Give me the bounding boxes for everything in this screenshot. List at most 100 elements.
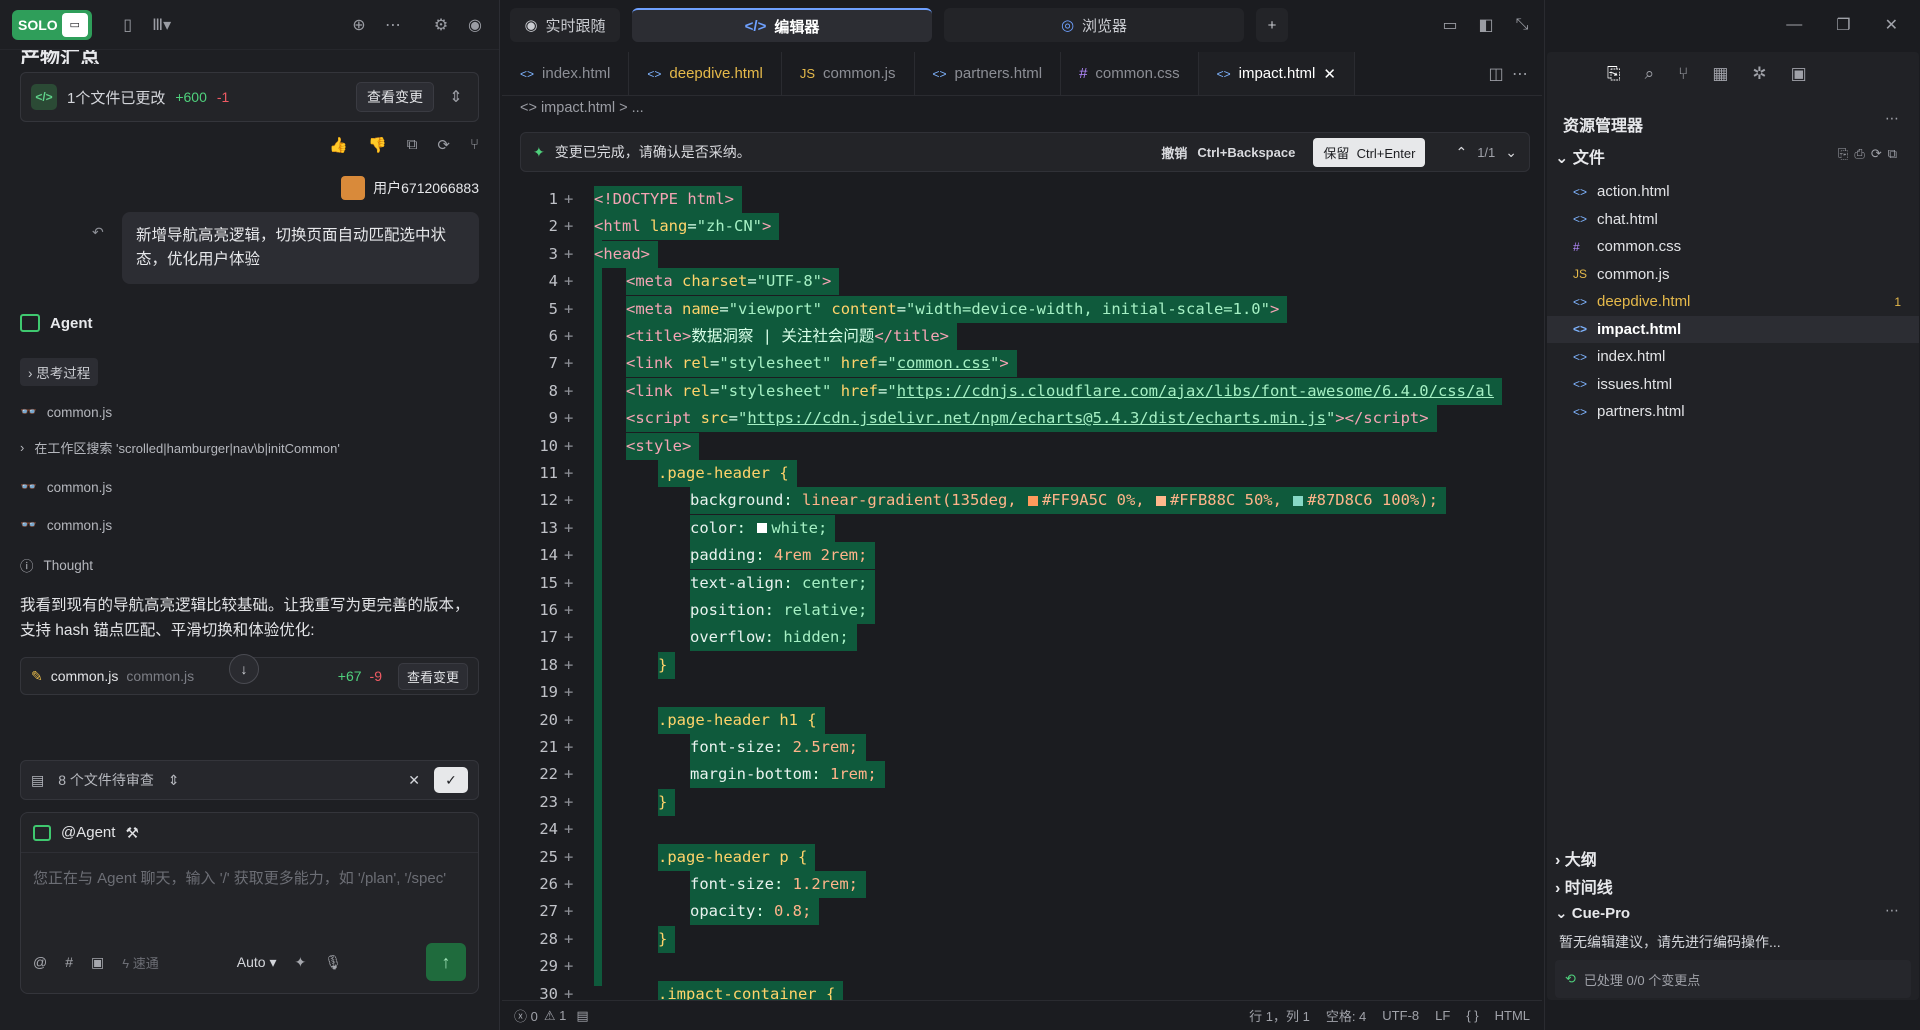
code-line[interactable]: overflow: hidden;: [690, 624, 857, 652]
source-control-icon[interactable]: ⑂: [1678, 64, 1688, 84]
add-tab-button[interactable]: +: [1256, 8, 1288, 42]
code-line[interactable]: .page-header p {: [658, 843, 816, 871]
code-line[interactable]: [594, 816, 602, 844]
code-line[interactable]: <style>: [626, 432, 700, 460]
prev-change-icon[interactable]: ⌃: [1455, 144, 1467, 161]
file-tree-item[interactable]: JS common.js: [1547, 261, 1919, 289]
code-line[interactable]: .page-header {: [658, 460, 797, 487]
view-change-button[interactable]: 查看变更: [397, 662, 468, 690]
split-editor-icon[interactable]: ◫: [1484, 62, 1508, 86]
tools-icon[interactable]: ⚒: [125, 824, 138, 842]
editor-tab[interactable]: <> partners.html: [915, 52, 1062, 95]
hash-icon[interactable]: #: [65, 954, 73, 970]
undo-button[interactable]: 撤销: [1161, 143, 1187, 162]
collapse-icon[interactable]: ⤡: [1510, 13, 1534, 37]
expand-chevron-icon[interactable]: ⇕: [444, 85, 468, 109]
accept-check-button[interactable]: ✓: [434, 767, 468, 793]
file-tree-item[interactable]: <> impact.html: [1547, 315, 1919, 343]
settings-gear-icon[interactable]: ⚙: [429, 13, 453, 37]
editor-tab[interactable]: <> index.html: [502, 52, 630, 95]
editor-tab[interactable]: JS common.js: [782, 52, 915, 95]
more-icon[interactable]: ⋯: [1885, 110, 1899, 127]
code-line[interactable]: <link rel="stylesheet" href="common.css"…: [626, 350, 1017, 378]
file-change-card[interactable]: ✎ common.js common.js ↓ +67 -9 查看变更: [20, 654, 479, 695]
timeline-section[interactable]: › 时间线: [1555, 874, 1613, 898]
close-tab-icon[interactable]: ✕: [1323, 65, 1336, 83]
code-line[interactable]: .impact-container {: [658, 980, 844, 1000]
encoding[interactable]: UTF-8: [1382, 1008, 1419, 1023]
cue-section[interactable]: ⌄ Cue-Pro: [1555, 904, 1630, 922]
model-select[interactable]: Auto ▾: [237, 954, 277, 971]
copy-icon[interactable]: ⧉: [407, 136, 418, 154]
file-actions-icon[interactable]: ⎘⎙⟳⧉: [1838, 146, 1903, 162]
branch-icon[interactable]: ⑂: [470, 136, 479, 154]
code-line[interactable]: <script src="https://cdn.jsdelivr.net/np…: [626, 405, 1437, 433]
language-mode[interactable]: HTML: [1495, 1008, 1530, 1023]
code-line[interactable]: [594, 679, 602, 707]
undo-icon[interactable]: ↶: [92, 224, 104, 241]
code-line[interactable]: padding: 4rem 2rem;: [690, 542, 876, 570]
code-line[interactable]: <meta charset="UTF-8">: [626, 268, 840, 296]
tab-live-follow[interactable]: ◉ 实时跟随: [510, 8, 620, 42]
thumbs-down-icon[interactable]: 👎: [368, 136, 387, 154]
tab-editor[interactable]: </> 编辑器: [632, 8, 932, 42]
chat-scroll[interactable]: 产物汇总 </> 1个文件已更改 +600 -1 查看变更 ⇕ 👍 👎 ⧉ ⟳ …: [0, 50, 499, 750]
code-line[interactable]: margin-bottom: 1rem;: [690, 761, 885, 789]
step-item[interactable]: 👓 common.js: [20, 479, 479, 495]
step-item[interactable]: ⓘ Thought: [20, 555, 479, 575]
file-tree-item[interactable]: <> issues.html: [1547, 371, 1919, 399]
code-line[interactable]: opacity: 0.8;: [690, 898, 820, 926]
file-tree-item[interactable]: <> partners.html: [1547, 398, 1919, 426]
mic-icon[interactable]: 🎙: [324, 954, 342, 971]
solo-toggle[interactable]: SOLO ▭: [12, 9, 92, 40]
restore-icon[interactable]: ❐: [1836, 15, 1850, 35]
step-item[interactable]: 👓 common.js: [20, 517, 479, 533]
files-icon[interactable]: ⎘: [1607, 64, 1621, 84]
code-line[interactable]: text-align: center;: [690, 569, 876, 597]
code-line[interactable]: color: white;: [690, 514, 836, 542]
search-icon[interactable]: ⌕: [1645, 64, 1655, 84]
code-line[interactable]: <head>: [594, 240, 658, 268]
more-icon[interactable]: ⋯: [1508, 62, 1532, 86]
terminal-icon[interactable]: ▤: [576, 1008, 588, 1024]
view-changes-button[interactable]: 查看变更: [356, 82, 434, 112]
step-item[interactable]: › 在工作区搜索 'scrolled|hamburger|nav\b|initCo…: [20, 438, 479, 457]
code-line[interactable]: font-size: 2.5rem;: [690, 734, 866, 761]
keep-button[interactable]: 保留 Ctrl+Enter: [1313, 137, 1426, 167]
code-line[interactable]: <link rel="stylesheet" href="https://cdn…: [626, 377, 1502, 405]
code-line[interactable]: <title>数据洞察 | 关注社会问题</title>: [626, 323, 957, 350]
code-line[interactable]: position: relative;: [690, 597, 876, 624]
error-icon[interactable]: ⓧ 0: [514, 1006, 538, 1025]
model-list-icon[interactable]: Ⅲ▾: [150, 13, 174, 37]
editor-tab[interactable]: # common.css: [1061, 52, 1199, 95]
sparkle-icon[interactable]: ✦: [295, 954, 307, 971]
files-section-header[interactable]: ⌄ 文件: [1555, 144, 1605, 168]
step-item[interactable]: 👓 common.js: [20, 404, 479, 420]
image-icon[interactable]: ▣: [91, 954, 104, 971]
minimize-icon[interactable]: —: [1786, 16, 1802, 34]
account-icon[interactable]: ◉: [463, 13, 487, 37]
remote-icon[interactable]: ▣: [1791, 64, 1807, 84]
code-line[interactable]: }: [658, 925, 676, 953]
code-line[interactable]: }: [658, 788, 676, 816]
warning-icon[interactable]: ⚠ 1: [544, 1008, 567, 1024]
code-line[interactable]: font-size: 1.2rem;: [690, 871, 866, 898]
editor-tab[interactable]: <> deepdive.html: [629, 52, 782, 95]
code-line[interactable]: <html lang="zh-CN">: [594, 213, 780, 241]
code-editor[interactable]: 1 + <!DOCTYPE html> 2 + <html lang="zh-CN"> 3 +…: [502, 186, 1536, 1000]
chat-input[interactable]: 您正在与 Agent 聊天，输入 '/' 获取更多能力，如 '/plan', '…: [21, 853, 478, 905]
code-line[interactable]: [594, 953, 602, 981]
thinking-toggle[interactable]: › 思考过程: [20, 358, 99, 386]
next-change-icon[interactable]: ⌄: [1505, 144, 1517, 161]
cursor-position[interactable]: 行 1，列 1: [1249, 1006, 1310, 1025]
extensions-icon[interactable]: ▦: [1712, 64, 1728, 84]
code-line[interactable]: background: linear-gradient(135deg, #FF9…: [690, 487, 1446, 515]
more-icon[interactable]: ⋯: [1885, 902, 1899, 919]
file-tree-item[interactable]: <> index.html: [1547, 343, 1919, 371]
panel-bottom-icon[interactable]: ▭: [1438, 13, 1462, 37]
panel-right-icon[interactable]: ◧: [1474, 13, 1498, 37]
code-line[interactable]: <!DOCTYPE html>: [594, 186, 742, 213]
more-icon[interactable]: ⋯: [381, 13, 405, 37]
file-tree-item[interactable]: <> action.html: [1547, 178, 1919, 206]
mode-toggle[interactable]: ϟ 速通: [122, 953, 159, 972]
